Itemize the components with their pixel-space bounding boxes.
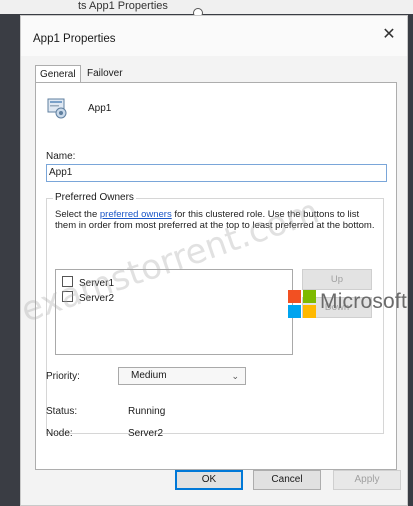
ok-button[interactable]: OK bbox=[175, 470, 243, 490]
name-field[interactable] bbox=[46, 164, 387, 182]
priority-dropdown[interactable]: Medium ⌄ bbox=[118, 367, 246, 385]
owners-list[interactable]: Server1 Server2 bbox=[55, 269, 293, 355]
list-item[interactable]: Server2 bbox=[62, 291, 114, 305]
preferred-owners-group: Preferred Owners Select the preferred ow… bbox=[46, 192, 384, 434]
apply-button[interactable]: Apply bbox=[333, 470, 401, 490]
tab-failover[interactable]: Failover bbox=[83, 65, 127, 82]
app-name: App1 bbox=[88, 103, 112, 114]
server2-checkbox[interactable] bbox=[62, 291, 73, 302]
cancel-button[interactable]: Cancel bbox=[253, 470, 321, 490]
logo-square-yellow bbox=[303, 305, 316, 318]
desc-text-start: Select the bbox=[55, 209, 100, 220]
logo-square-red bbox=[288, 290, 301, 303]
dialog-title: App1 Properties bbox=[33, 33, 116, 45]
background-window-strip: ts App1 Properties bbox=[0, 0, 413, 18]
status-value: Running bbox=[128, 406, 166, 417]
up-button[interactable]: Up bbox=[302, 269, 372, 290]
logo-square-green bbox=[303, 290, 316, 303]
priority-value: Medium bbox=[131, 370, 167, 381]
server1-checkbox[interactable] bbox=[62, 276, 73, 287]
preferred-owners-legend: Preferred Owners bbox=[53, 192, 136, 203]
priority-label: Priority: bbox=[46, 371, 80, 382]
node-value: Server2 bbox=[128, 428, 164, 439]
clustered-role-icon bbox=[47, 98, 67, 119]
preferred-owners-link[interactable]: preferred owners bbox=[100, 209, 172, 220]
properties-dialog: App1 Properties ✕ General Failover App1 … bbox=[16, 15, 408, 506]
microsoft-logo bbox=[288, 290, 316, 318]
node-label: Node: bbox=[46, 428, 73, 439]
list-item[interactable]: Server1 bbox=[62, 276, 114, 290]
background-caption: ts App1 Properties bbox=[78, 0, 168, 12]
server1-label: Server1 bbox=[79, 278, 115, 289]
general-tab-panel: App1 Name: Preferred Owners Select the p… bbox=[16, 82, 407, 470]
chevron-down-icon: ⌄ bbox=[231, 371, 239, 381]
preferred-owners-description: Select the preferred owners for this clu… bbox=[55, 209, 375, 231]
close-icon[interactable]: ✕ bbox=[381, 27, 397, 43]
name-label: Name: bbox=[46, 151, 76, 162]
status-label: Status: bbox=[46, 406, 78, 417]
microsoft-wordmark: Microsoft bbox=[320, 290, 407, 313]
title-bar: App1 Properties ✕ bbox=[21, 16, 407, 56]
server2-label: Server2 bbox=[79, 293, 115, 304]
logo-square-blue bbox=[288, 305, 301, 318]
